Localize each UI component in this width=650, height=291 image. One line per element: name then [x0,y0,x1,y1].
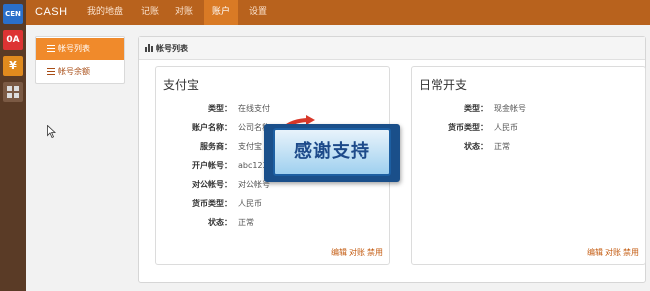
top-navbar: CASH 我的地盘 记账 对账 账户 设置 [26,0,650,25]
row-value: 正常 [494,142,510,151]
card-row: 状态： 正常 [412,140,642,154]
sidebar-menu: 帐号列表 帐号余额 [35,36,125,84]
panel-title: 帐号列表 [156,44,188,53]
cen-app-icon[interactable]: CEN [3,4,23,24]
row-key: 货币类型： [448,123,488,132]
nav-bookkeeping[interactable]: 记账 [134,0,166,25]
mouse-cursor-icon [47,125,56,138]
card-actions: 编辑 对账 禁用 [585,247,639,258]
nav-settings[interactable]: 设置 [240,0,276,25]
card-actions: 编辑 对账 禁用 [329,247,383,258]
panel-header: 帐号列表 [139,37,645,60]
edit-link[interactable]: 编辑 [587,248,603,257]
brand-name: CASH [35,6,68,18]
edit-link[interactable]: 编辑 [331,248,347,257]
promo-label: 感谢支持 [273,128,391,176]
promo-banner: 感谢支持 [264,124,400,182]
oa-app-icon[interactable]: 0A [3,30,23,50]
card-row: 货币类型： 人民币 [156,197,386,211]
card-row: 类型： 在线支付 [156,102,386,116]
sidebar-item-account-list[interactable]: 帐号列表 [36,38,124,60]
grid-apps-icon[interactable] [3,82,23,102]
app-rail: CEN 0A ¥ [0,0,26,291]
row-key: 状态： [208,218,232,227]
card-row: 类型： 现金帐号 [412,102,642,116]
row-value: 在线支付 [238,104,270,113]
row-value: 支付宝 [238,142,262,151]
list-icon [47,45,55,52]
card-row: 状态： 正常 [156,216,386,230]
row-value: 现金帐号 [494,104,526,113]
list-icon [47,68,55,75]
account-card: 日常开支 类型： 现金帐号 货币类型： 人民币 状态： 正常 编辑 对账 禁用 [411,66,646,265]
sidebar-item-label: 帐号列表 [58,44,90,53]
row-value: 正常 [238,218,254,227]
disable-link[interactable]: 禁用 [367,248,383,257]
row-key: 开户帐号： [192,161,232,170]
nav-my-space[interactable]: 我的地盘 [76,0,134,25]
row-key: 类型： [208,104,232,113]
card-title: 日常开支 [419,78,468,92]
row-value: 人民币 [494,123,518,132]
row-key: 账户名称： [192,123,232,132]
card-row: 货币类型： 人民币 [412,121,642,135]
sidebar-item-label: 帐号余额 [58,67,90,76]
reconcile-link[interactable]: 对账 [349,248,365,257]
nav-accounts[interactable]: 账户 [204,0,238,25]
card-title: 支付宝 [163,78,200,92]
nav-reconcile[interactable]: 对账 [166,0,202,25]
row-key: 对公帐号： [192,180,232,189]
row-key: 类型： [464,104,488,113]
row-value: 人民币 [238,199,262,208]
row-key: 货币类型： [192,199,232,208]
sidebar-item-account-balance[interactable]: 帐号余额 [36,61,124,83]
cash-app-icon[interactable]: ¥ [3,56,23,76]
panel-header-icon [145,44,153,52]
row-key: 状态： [464,142,488,151]
disable-link[interactable]: 禁用 [623,248,639,257]
row-key: 服务商： [200,142,232,151]
reconcile-link[interactable]: 对账 [605,248,621,257]
